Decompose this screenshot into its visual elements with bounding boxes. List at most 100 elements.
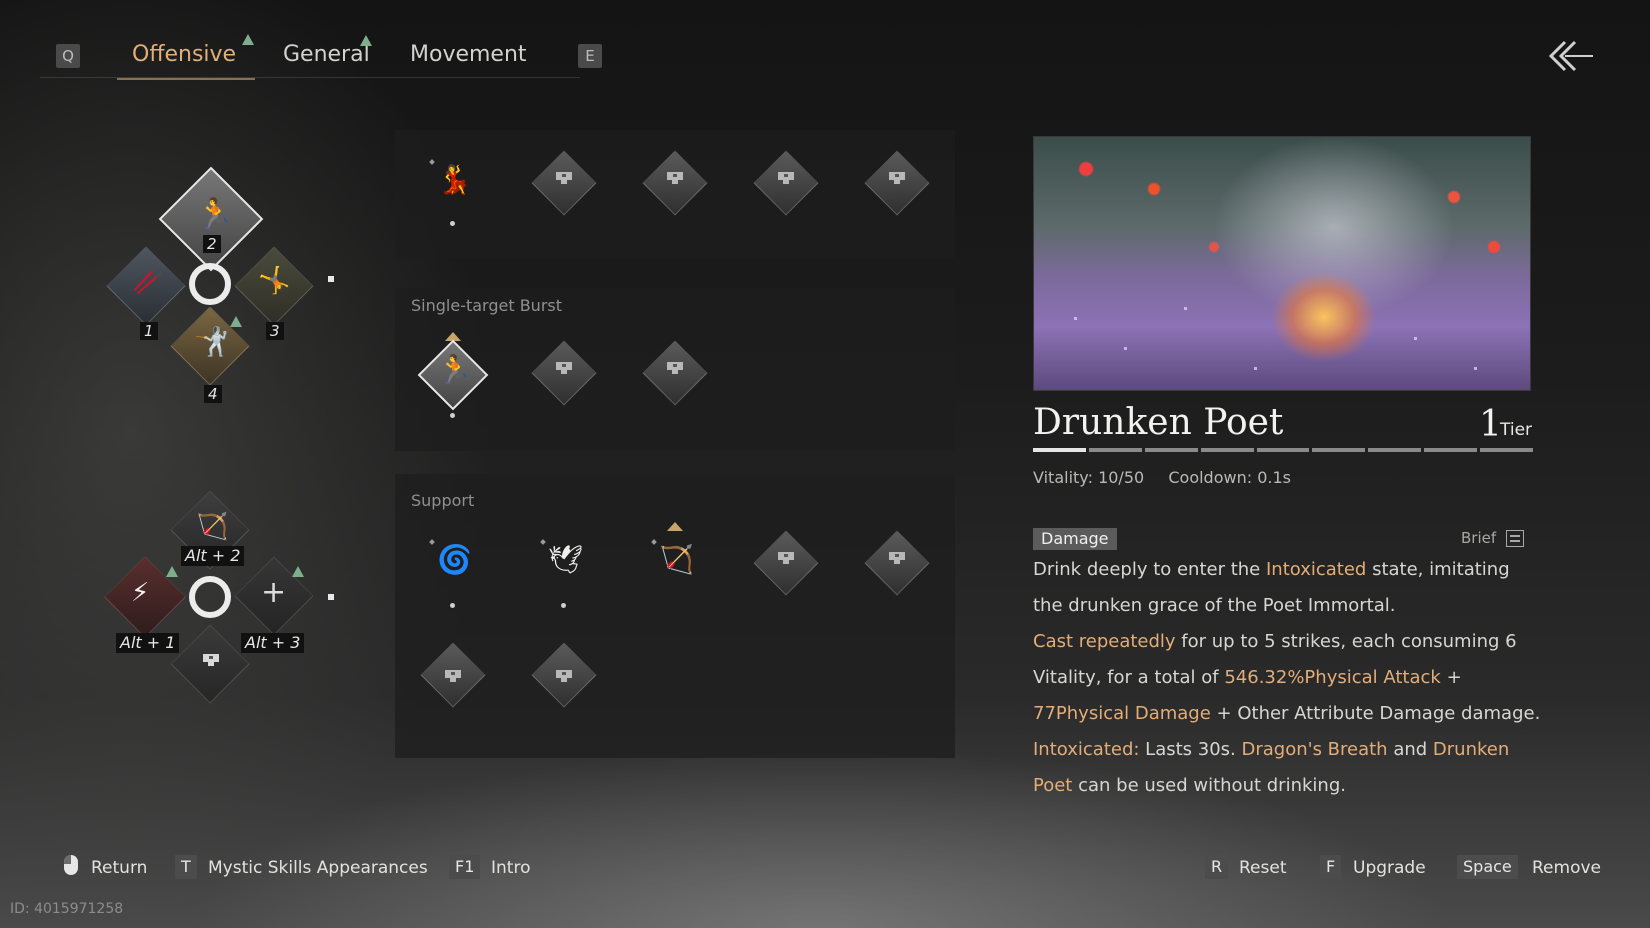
lock-icon — [778, 172, 794, 184]
tier-label: Tier — [1500, 420, 1533, 440]
lock-icon — [445, 670, 461, 682]
spinning-figure-icon: 🤺 — [194, 325, 229, 358]
skill-preview-video[interactable] — [1033, 136, 1531, 391]
wheel-center-ring — [189, 263, 231, 305]
appearances-key[interactable]: T — [175, 855, 197, 879]
tier-segment — [1424, 448, 1478, 452]
lock-icon — [556, 362, 572, 374]
alt-slot-key-1: Alt + 1 — [116, 633, 180, 653]
crouching-figure-icon: 🤸 — [258, 266, 291, 296]
reset-key[interactable]: R — [1205, 855, 1229, 879]
dancing-figure-icon: 💃 — [437, 163, 472, 196]
equipped-dot — [450, 603, 455, 608]
return-button[interactable]: Return — [91, 856, 147, 880]
double-chevron-left-icon[interactable] — [1545, 38, 1595, 74]
description-line: Drink deeply to enter the Intoxicated st… — [1033, 552, 1523, 588]
new-indicator-icon — [292, 566, 304, 577]
new-indicator-icon — [360, 35, 372, 46]
sparkle — [1124, 347, 1127, 350]
new-indicator-icon — [166, 566, 178, 577]
slot-key-4: 4 — [204, 385, 222, 403]
skills-panel-support — [395, 474, 955, 758]
user-id: ID: 4015971258 — [10, 901, 124, 917]
slot-key-3: 3 — [266, 322, 284, 340]
brief-toggle-label[interactable]: Brief — [1461, 529, 1496, 547]
sparkle — [1074, 317, 1077, 320]
slot-key-1: 1 — [140, 322, 158, 340]
tier-segment — [1256, 448, 1310, 452]
equipped-dot — [450, 221, 455, 226]
description-line: Poet can be used without drinking. — [1033, 768, 1523, 804]
lock-icon — [667, 362, 683, 374]
tier-segment — [1033, 448, 1086, 452]
skill-type-badge: Damage — [1033, 528, 1117, 550]
description-text: for up to 5 strikes, each consuming 6 — [1175, 631, 1517, 652]
description-text: Drink deeply to enter the — [1033, 559, 1266, 580]
cloud-swirl-icon: 🌀 — [437, 543, 472, 576]
cooldown-stat: Cooldown: 0.1s — [1168, 468, 1291, 487]
tier-segment — [1200, 448, 1254, 452]
archer-figure-icon: 🏹 — [659, 543, 694, 576]
mouse-icon — [64, 855, 78, 875]
upgrade-key[interactable]: F — [1320, 855, 1342, 879]
highlighted-term: 546.32%Physical Attack — [1224, 667, 1441, 688]
lock-icon — [203, 654, 219, 666]
intro-key[interactable]: F1 — [449, 855, 481, 879]
highlighted-term: Dragon's Breath — [1241, 739, 1388, 760]
mystic-skills-appearances-button[interactable]: Mystic Skills Appearances — [208, 856, 428, 880]
highlighted-term: 77Physical Damage — [1033, 703, 1211, 724]
claw-icon: ⚡ — [131, 578, 150, 608]
highlighted-term: Drunken — [1432, 739, 1510, 760]
lock-icon — [889, 172, 905, 184]
tab-offensive[interactable]: Offensive — [132, 42, 236, 67]
drunken-poet-icon: 🏃 — [437, 353, 472, 386]
lock-icon — [556, 172, 572, 184]
lock-icon — [778, 552, 794, 564]
sparkle — [1474, 367, 1477, 370]
panel-title-single-target: Single-target Burst — [411, 296, 562, 315]
lock-icon — [667, 172, 683, 184]
equipped-dot — [450, 413, 455, 418]
alt-slot-key-3: Alt + 3 — [241, 633, 305, 653]
lock-icon — [556, 670, 572, 682]
tab-movement[interactable]: Movement — [410, 42, 527, 67]
alt-wheel-center-ring — [189, 576, 231, 618]
description-text: can be used without drinking. — [1072, 775, 1346, 796]
reset-button[interactable]: Reset — [1239, 856, 1287, 880]
slot-key-2: 2 — [203, 235, 221, 253]
description-text: + — [1440, 667, 1462, 688]
description-text: and — [1387, 739, 1433, 760]
next-tab-key[interactable]: E — [578, 44, 602, 68]
highlighted-term: Cast repeatedly — [1033, 631, 1176, 652]
description-text: Vitality, for a total of — [1033, 667, 1225, 688]
remove-button[interactable]: Remove — [1532, 856, 1601, 880]
drinking-figure-icon: 🥢 — [132, 266, 165, 296]
vitality-stat: Vitality: 10/50 — [1033, 468, 1145, 487]
skill-name: Drunken Poet — [1033, 402, 1284, 443]
description-line: Vitality, for a total of 546.32%Physical… — [1033, 660, 1523, 696]
highlighted-term: Intoxicated: — [1033, 739, 1140, 760]
leaping-figure-icon: 🏃 — [196, 197, 234, 232]
tab-general[interactable]: General — [283, 42, 370, 67]
list-toggle-icon[interactable] — [1506, 530, 1524, 547]
plus-icon: + — [261, 575, 287, 610]
equipped-dot — [561, 603, 566, 608]
highlighted-term: Poet — [1033, 775, 1073, 796]
remove-key[interactable]: Space — [1457, 855, 1518, 879]
active-tab-underline — [117, 78, 255, 80]
intro-button[interactable]: Intro — [491, 856, 530, 880]
upgrade-button[interactable]: Upgrade — [1353, 856, 1426, 880]
skill-stats: Vitality: 10/50 Cooldown: 0.1s — [1033, 468, 1291, 487]
lock-icon — [889, 552, 905, 564]
tier-value: 1 — [1479, 404, 1502, 445]
description-line: the drunken grace of the Poet Immortal. — [1033, 588, 1523, 624]
bird-wing-icon: 🕊 — [548, 543, 584, 576]
sparkle — [1414, 337, 1417, 340]
wheel-page-indicator — [328, 276, 334, 282]
sparkle — [1254, 367, 1257, 370]
description-line: Cast repeatedly for up to 5 strikes, eac… — [1033, 624, 1523, 660]
description-line: Intoxicated: Lasts 30s. Dragon's Breath … — [1033, 732, 1523, 768]
prev-tab-key[interactable]: Q — [56, 44, 80, 68]
description-text: the drunken grace of the Poet Immortal. — [1033, 595, 1396, 616]
tier-segment — [1480, 448, 1533, 452]
